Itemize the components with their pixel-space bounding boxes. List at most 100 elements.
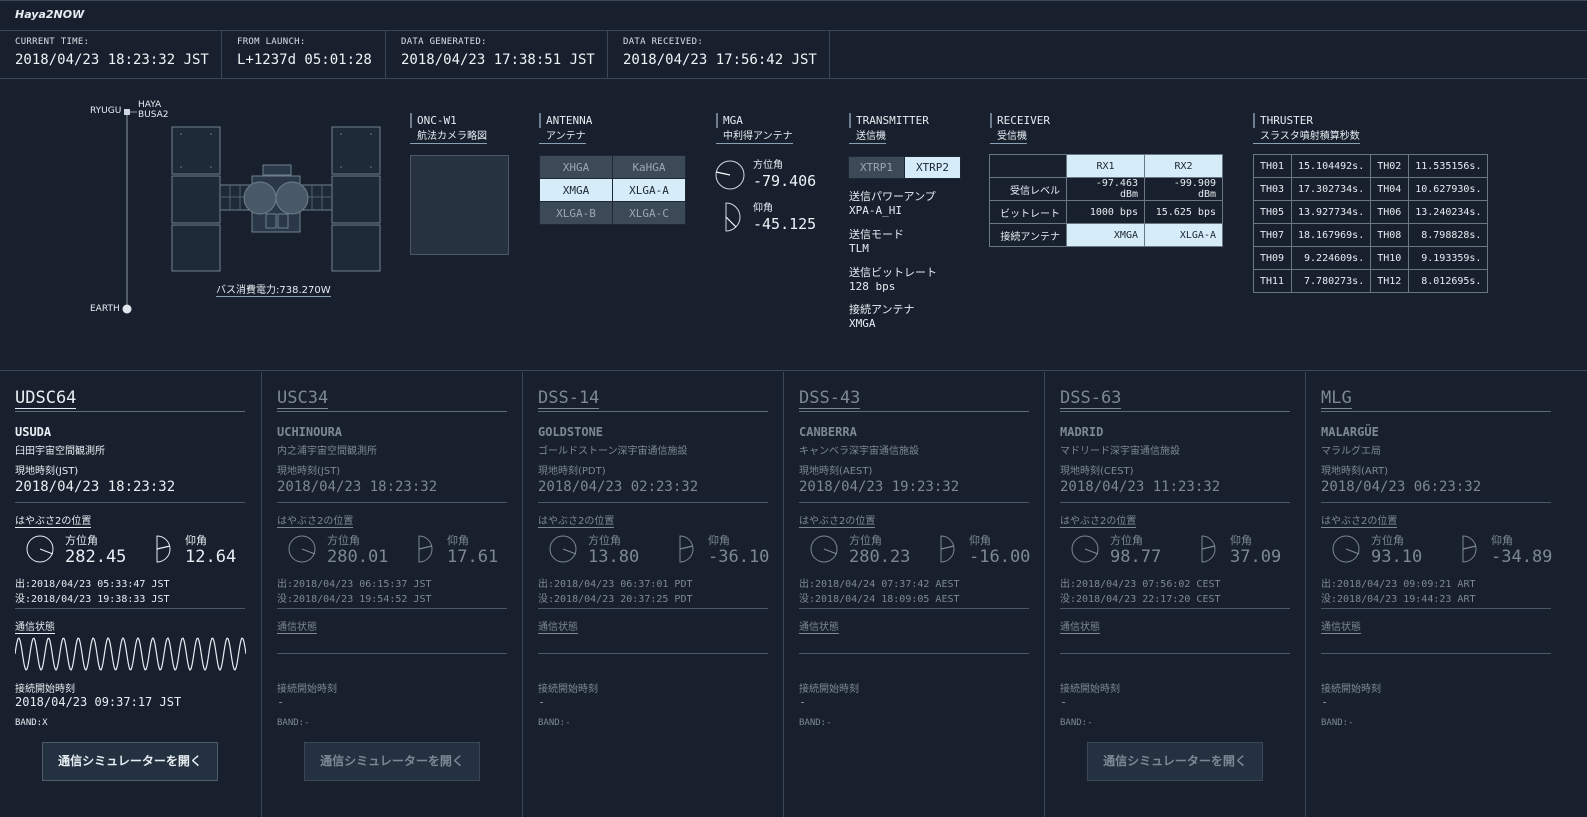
tx-power-amp: 送信パワーアンプ XPA-A_HI [849, 190, 936, 218]
rx-row-label: 接続アンテナ [989, 223, 1067, 247]
azimuth-dial-icon [26, 535, 54, 563]
table-row: ビットレート 1000 bps 15.625 bps [989, 200, 1223, 224]
band-value: BAND:- [1060, 718, 1093, 728]
transmitter-title-en: TRANSMITTER [849, 113, 929, 128]
azimuth-value: 93.10 [1371, 547, 1423, 567]
azimuth-dial-icon [1071, 535, 1099, 563]
band-value: BAND:- [799, 718, 832, 728]
rx-row-label: ビットレート [989, 200, 1067, 224]
position-label: はやぶさ2の位置 [799, 512, 876, 528]
tx-bitrate-value: 128 bps [849, 280, 896, 293]
thruster-seconds: 15.104492s. [1290, 154, 1372, 178]
table-row: TH07 18.167969s. TH08 8.798828s. [1253, 223, 1489, 247]
current-time-label: CURRENT TIME: [15, 37, 90, 47]
local-time-value: 2018/04/23 19:23:32 [799, 479, 960, 495]
rx1-header: RX1 [1066, 154, 1145, 178]
elevation-value: -34.89 [1491, 547, 1553, 567]
antenna-xlga-a: XLGA-A [612, 178, 686, 202]
table-row: TH01 15.104492s. TH02 11.535156s. [1253, 154, 1489, 178]
set-time: 没:2018/04/23 19:44:23 ART [1321, 594, 1476, 605]
thruster-id: TH03 [1253, 177, 1292, 201]
station-city: CANBERRA [799, 425, 857, 439]
rx2-value: -99.909 dBm [1144, 177, 1223, 201]
data-generated-cell: DATA GENERATED: 2018/04/23 17:38:51 JST [386, 31, 608, 78]
elevation-value: -36.10 [708, 547, 770, 567]
local-time-value: 2018/04/23 02:23:32 [538, 479, 699, 495]
mga-title-jp: 中利得アンテナ [716, 130, 793, 144]
antenna-xlga-c: XLGA-C [612, 201, 686, 225]
mga-az-label: 方位角 [753, 160, 783, 171]
rx1-value: XMGA [1066, 223, 1145, 247]
thruster-seconds: 9.193359s. [1408, 246, 1489, 270]
position-label: はやぶさ2の位置 [1060, 512, 1137, 528]
station-code-text: USC34 [277, 388, 329, 409]
connection-start-label: 接続開始時刻 [538, 684, 598, 695]
local-time-label: 現地時刻(JST) [277, 466, 341, 477]
title-bar: Haya2NOW [0, 0, 1587, 31]
comm-status-label: 通信状態 [277, 618, 317, 634]
divider [799, 502, 1029, 503]
mga-title: MGA 中利得アンテナ [716, 113, 793, 144]
azimuth-dial-icon [288, 535, 316, 563]
open-comm-simulator-button[interactable]: 通信シミュレーターを開く [42, 742, 218, 781]
position-label: はやぶさ2の位置 [538, 512, 615, 528]
antenna-title-jp: アンテナ [539, 130, 586, 144]
divider [538, 653, 768, 654]
thruster-seconds: 13.927734s. [1290, 200, 1372, 224]
elevation-value: 17.61 [447, 547, 499, 567]
elevation-value: -16.00 [969, 547, 1031, 567]
from-launch-value: L+1237d 05:01:28 [237, 52, 372, 68]
antenna-title: ANTENNA アンテナ [539, 113, 592, 144]
thruster-table: TH01 15.104492s. TH02 11.535156s. TH03 17.30… [1253, 154, 1489, 293]
antenna-table: XHGA KaHGA XMGA XLGA-A XLGA-B XLGA-C [539, 155, 686, 225]
mga-title-en: MGA [716, 113, 793, 128]
connection-start-value: - [538, 695, 546, 709]
azimuth-dial-icon [549, 535, 577, 563]
elevation-label: 仰角 [1491, 534, 1513, 547]
open-comm-simulator-button[interactable]: 通信シミュレーターを開く [304, 742, 480, 781]
station-japanese-name: キャンベラ深宇宙通信施設 [799, 446, 919, 457]
busa2-label: BUSA2 [138, 110, 169, 120]
table-row: TH11 7.780273s. TH12 8.012695s. [1253, 269, 1489, 293]
azimuth-label: 方位角 [588, 534, 621, 547]
onc-title: ONC-W1 航法カメラ略図 [410, 113, 487, 144]
band-value: BAND:X [15, 718, 48, 728]
elevation-dial-icon [940, 535, 955, 563]
comm-status-label: 通信状態 [799, 618, 839, 634]
connection-start-value: 2018/04/23 09:37:17 JST [15, 695, 182, 709]
station-code: MLG [1321, 388, 1551, 412]
spacecraft-status-panel: RYUGU HAYA BUSA2 EARTH バス消費電力:738.270W O… [0, 79, 1587, 371]
station-code-text: DSS-63 [1060, 388, 1122, 409]
mga-az-value: -79.406 [753, 172, 817, 190]
rise-time: 出:2018/04/23 06:15:37 JST [277, 579, 432, 590]
station-japanese-name: 臼田宇宙空間観測所 [15, 446, 105, 457]
connection-start-label: 接続開始時刻 [1060, 684, 1120, 695]
elevation-dial-icon [1462, 535, 1477, 563]
ryugu-marker-icon [124, 109, 130, 115]
connection-start-label: 接続開始時刻 [15, 684, 75, 695]
mga-el-value: -45.125 [753, 215, 817, 233]
elevation-label: 仰角 [969, 534, 991, 547]
elevation-dial-icon [679, 535, 694, 563]
divider [277, 653, 507, 654]
divider [1321, 502, 1551, 503]
connection-start-value: - [277, 695, 285, 709]
rise-time: 出:2018/04/24 07:37:42 AEST [799, 579, 960, 590]
station-japanese-name: 内之浦宇宙空間観測所 [277, 446, 377, 457]
tx-antenna-label: 接続アンテナ [849, 303, 915, 316]
data-received-value: 2018/04/23 17:56:42 JST [623, 52, 817, 68]
open-comm-simulator-button[interactable]: 通信シミュレーターを開く [1087, 742, 1263, 781]
rise-time: 出:2018/04/23 09:09:21 ART [1321, 579, 1476, 590]
station-panel: DSS-14 GOLDSTONE ゴールドストーン深宇宙通信施設 現地時刻(PDT) 2… [523, 372, 784, 817]
thruster-seconds: 8.012695s. [1408, 269, 1489, 293]
divider [1321, 653, 1551, 654]
comm-status-label: 通信状態 [538, 618, 578, 634]
station-japanese-name: マドリード深宇宙通信施設 [1060, 446, 1180, 457]
station-panel: MLG MALARGÜE マラルグエ局 現地時刻(ART) 2018/04/23 06:… [1306, 372, 1587, 817]
local-time-label: 現地時刻(CEST) [1060, 466, 1134, 477]
rx1-value: -97.463 dBm [1066, 177, 1145, 201]
antenna-kahga: KaHGA [612, 155, 686, 179]
rise-time: 出:2018/04/23 05:33:47 JST [15, 579, 170, 590]
rx2-value: 15.625 bps [1144, 200, 1223, 224]
xtrp-table: XTRP1 XTRP2 [848, 156, 961, 179]
